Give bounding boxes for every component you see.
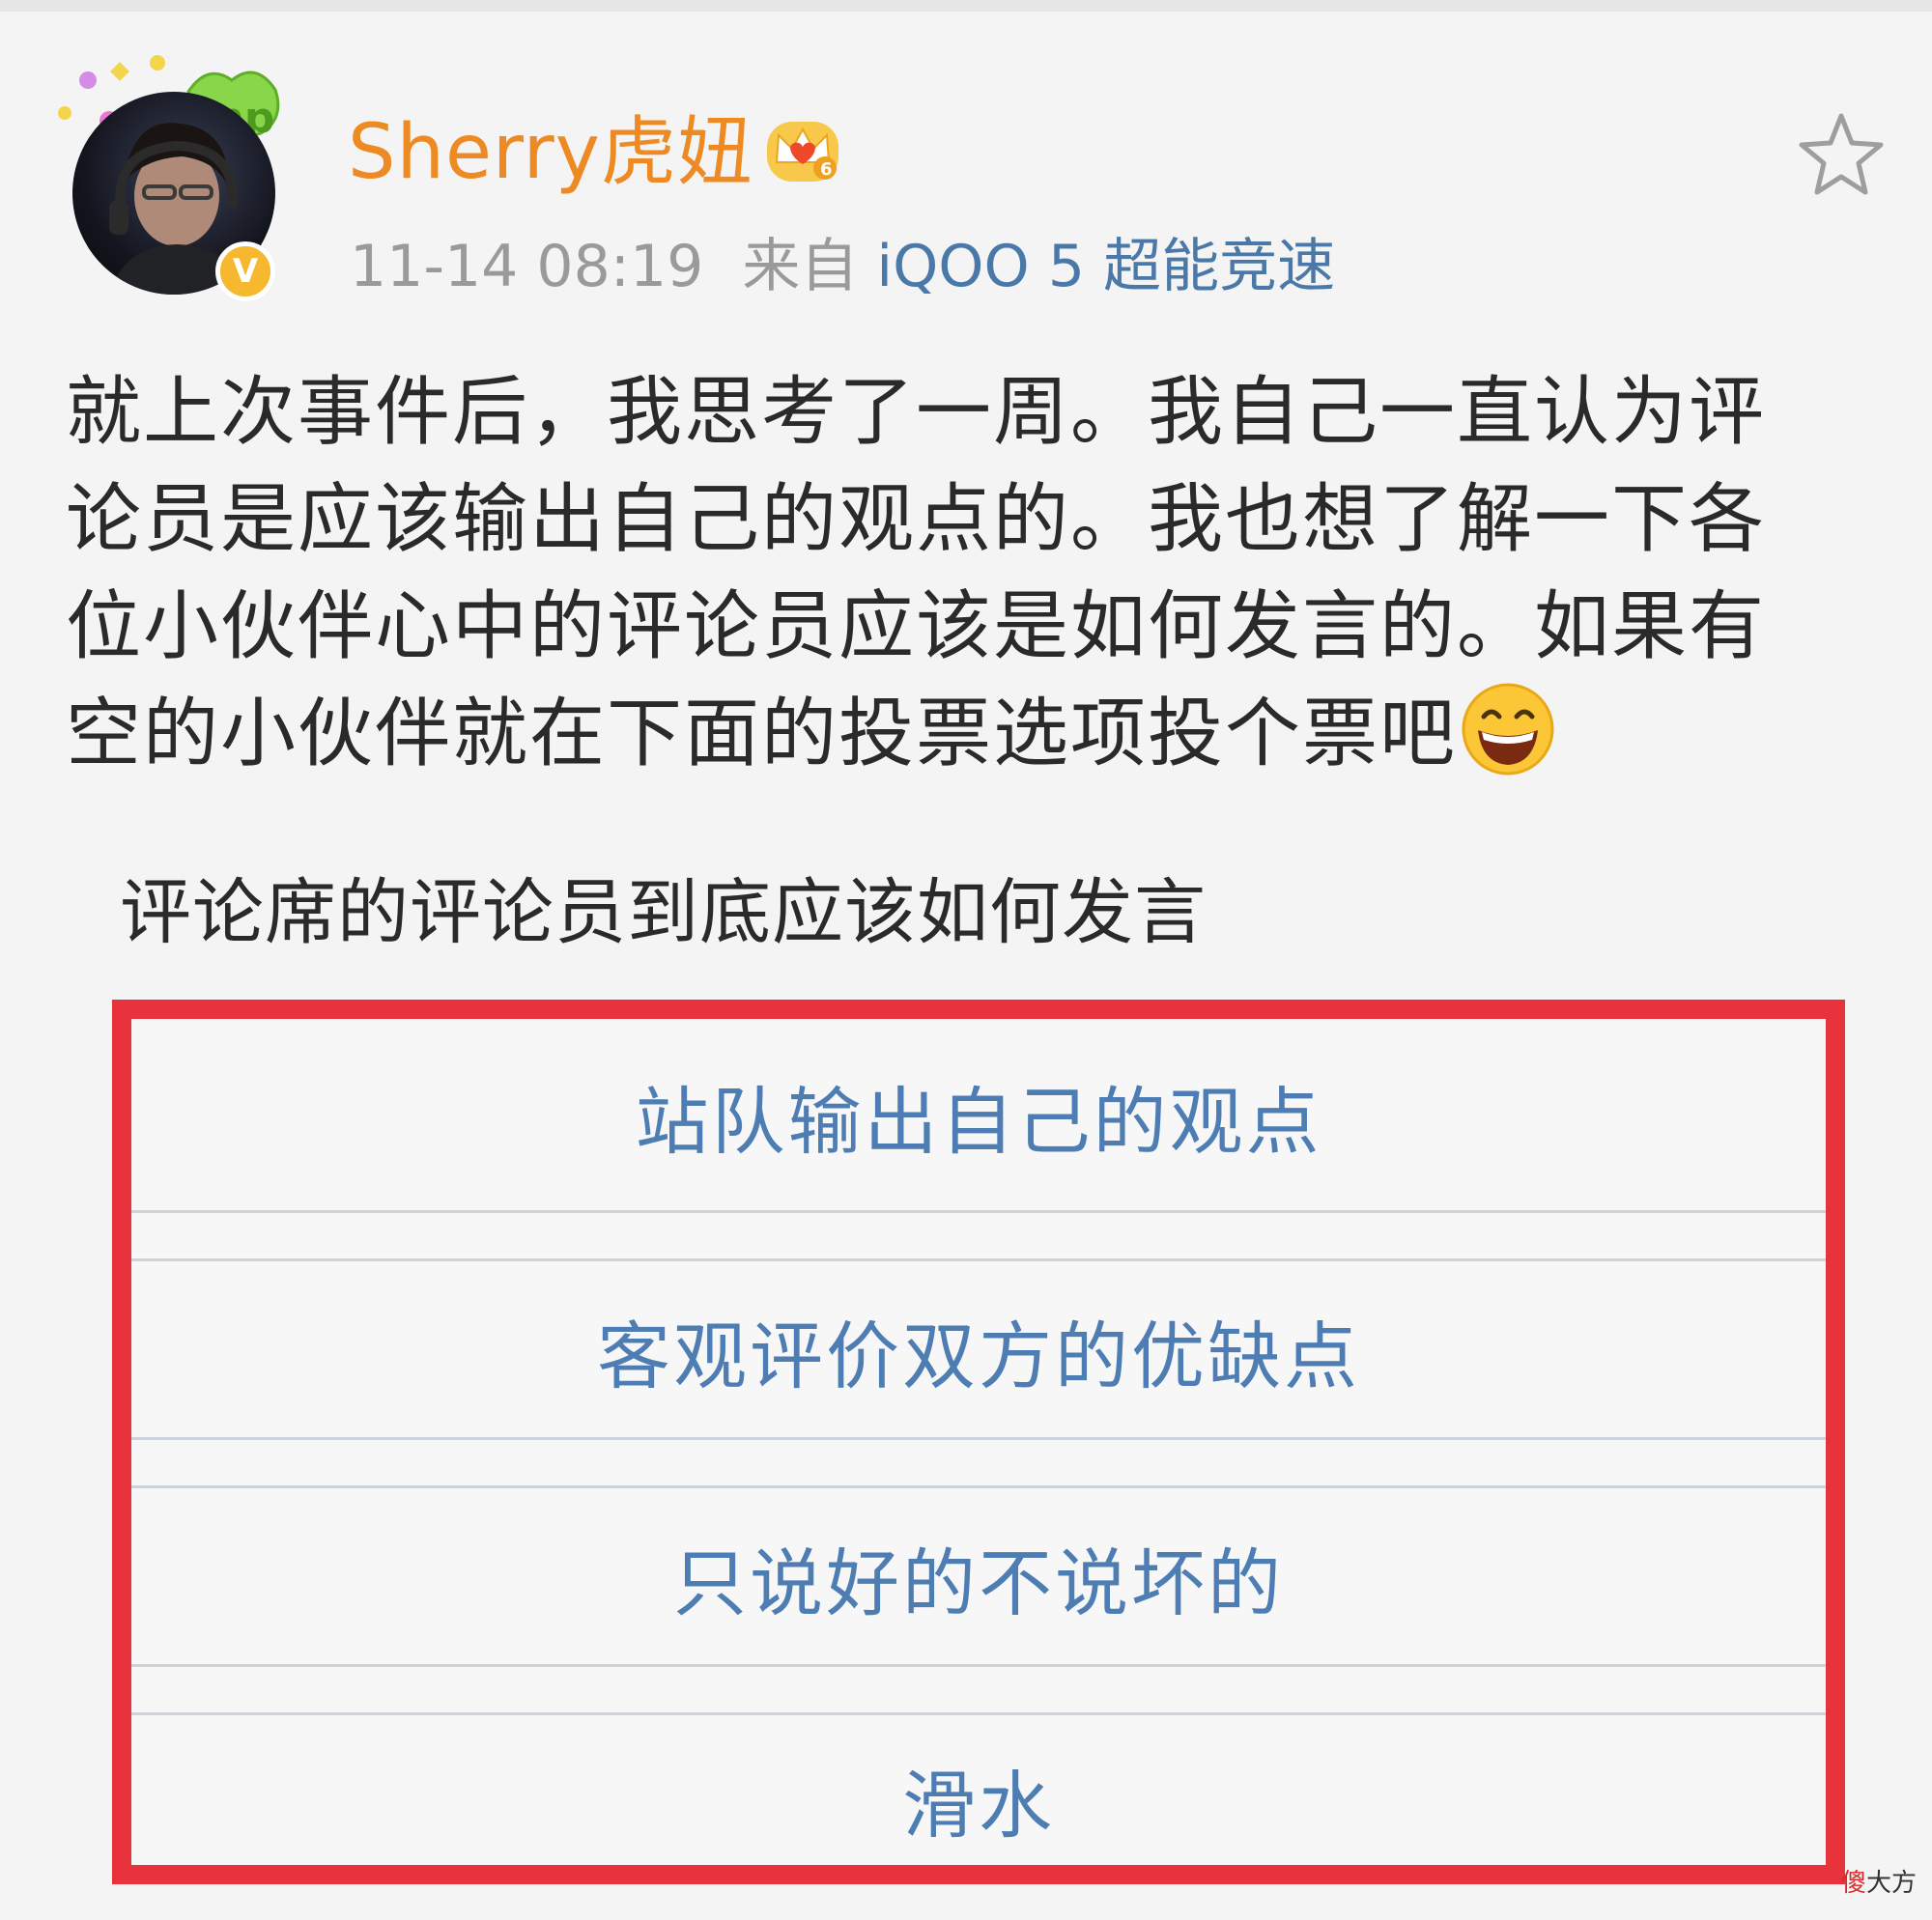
watermark-text: 大方 [1865, 1869, 1917, 1898]
verified-v-icon: V [215, 241, 275, 301]
divider [131, 1664, 1826, 1667]
avatar-container[interactable]: mp V [53, 53, 295, 304]
crown-icon[interactable]: 6 [761, 108, 844, 191]
post-body-line: 位小伙伴心中的评论员应该是如何发言的。如果有 [66, 583, 1767, 670]
post-body-line: 空的小伙伴就在下面的投票选项投个票吧 [66, 691, 1458, 777]
source-device-link[interactable]: iQOO 5 超能竞速 [876, 233, 1335, 300]
grinning-face-icon [1462, 683, 1554, 776]
poll-title: 评论席的评论员到底应该如何发言 [120, 871, 1207, 954]
source-prefix: 来自 [742, 233, 859, 300]
post-body-line: 论员是应该输出自己的观点的。我也想了解一下各 [66, 476, 1767, 563]
poll-option[interactable]: 只说好的不说坏的 [131, 1487, 1826, 1666]
username-link[interactable]: Sherry虎妞 [348, 108, 753, 197]
post-body: 就上次事件后，我思考了一周。我自己一直认为评 论员是应该输出自己的观点的。我也想… [66, 359, 1882, 788]
poll-options-highlight: 站队输出自己的观点 客观评价双方的优缺点 只说好的不说坏的 滑水 [112, 1000, 1845, 1884]
star-outline-icon[interactable] [1795, 108, 1888, 201]
post-meta: 11-14 08:19 来自 iQOO 5 超能竞速 [350, 232, 1335, 301]
watermark: 傻大方 [1841, 1863, 1917, 1899]
poll-option[interactable]: 客观评价双方的优缺点 [131, 1260, 1826, 1439]
post-timestamp: 11-14 08:19 [350, 233, 704, 300]
divider [131, 1210, 1826, 1213]
poll-option[interactable]: 滑水 [131, 1714, 1826, 1883]
post-body-last-line: 空的小伙伴就在下面的投票选项投个票吧 [66, 681, 1882, 788]
top-edge-strip [0, 0, 1932, 12]
post-body-line: 就上次事件后，我思考了一周。我自己一直认为评 [66, 369, 1767, 456]
poll-option[interactable]: 站队输出自己的观点 [131, 1019, 1826, 1212]
svg-text:6: 6 [820, 159, 833, 180]
divider [131, 1437, 1826, 1440]
watermark-accent: 傻 [1840, 1869, 1866, 1898]
